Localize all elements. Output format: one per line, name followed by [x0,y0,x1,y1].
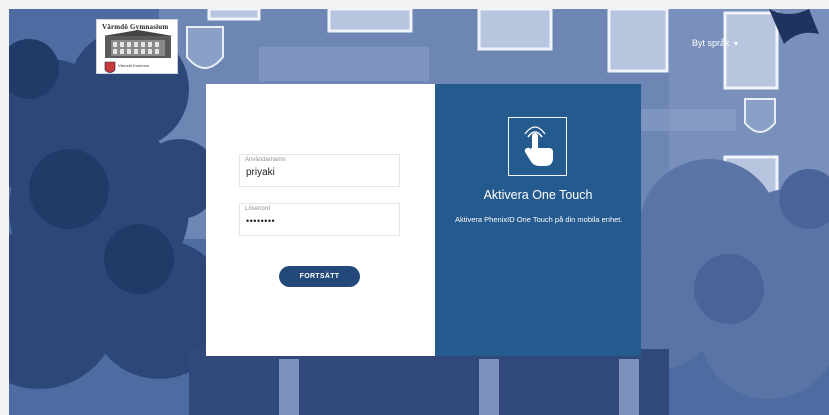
touch-hand-icon [524,126,553,166]
login-form-panel: Användarnamn Lösenord •••••••• FORTSÄTT [206,84,435,356]
logo-subtitle: Värmdö Kommun [118,63,150,68]
password-input[interactable]: •••••••• [246,216,396,226]
chevron-down-icon: ▼ [732,41,740,48]
language-label: Byt språk [692,38,730,48]
continue-button[interactable]: FORTSÄTT [279,266,360,287]
one-touch-panel: Aktivera One Touch Aktivera PhenixID One… [435,84,641,356]
username-field[interactable]: Användarnamn [239,154,400,187]
language-selector[interactable]: Byt språk ▼ [692,38,739,48]
page-frame: Värmdö Gymnasium Värmdö Kommun Byt språk… [9,9,829,415]
one-touch-title: Aktivera One Touch [483,188,593,202]
username-label: Användarnamn [245,157,286,163]
username-input[interactable] [246,167,396,178]
password-label: Lösenord [245,206,271,212]
school-logo: Värmdö Gymnasium Värmdö Kommun [96,19,178,74]
one-touch-button[interactable] [508,117,567,176]
password-field[interactable]: Lösenord •••••••• [239,203,400,236]
one-touch-description: Aktivera PhenixID One Touch på din mobil… [455,215,623,224]
